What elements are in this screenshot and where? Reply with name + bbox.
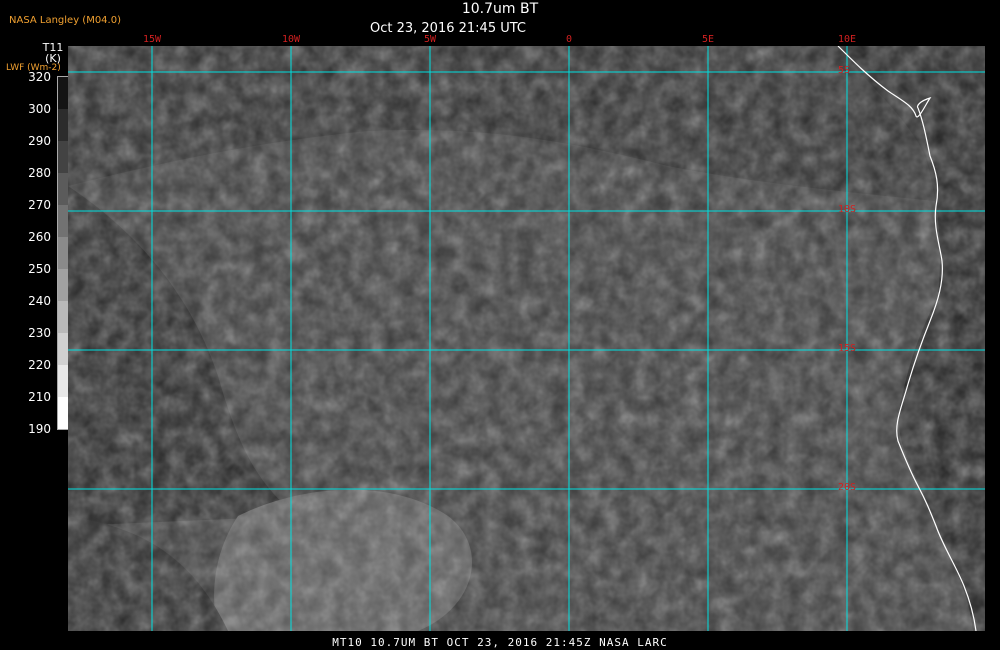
colorbar-tick-label: 240 [28, 294, 51, 308]
latitude-label: 20S [838, 482, 857, 493]
longitude-label: 5E [701, 34, 715, 45]
colorbar-tick-label: 270 [28, 198, 51, 212]
colorbar-tick-label: 280 [28, 166, 51, 180]
longitude-label: 0 [565, 34, 573, 45]
satellite-map[interactable] [68, 46, 985, 631]
longitude-label: 10W [281, 34, 301, 45]
colorbar-title: T11 (K) [42, 41, 64, 65]
colorbar-tick-label: 250 [28, 262, 51, 276]
colorbar-tick-label: 210 [28, 390, 51, 404]
image-timestamp: Oct 23, 2016 21:45 UTC [370, 21, 526, 36]
longitude-label: 5W [423, 34, 437, 45]
longitude-label: 15W [142, 34, 162, 45]
map-canvas [68, 46, 985, 631]
latitude-label: 10S [838, 204, 857, 215]
colorbar-tick-label: 230 [28, 326, 51, 340]
colorbar-tick-label: 260 [28, 230, 51, 244]
colorbar-tick-label: 320 [28, 70, 51, 84]
colorbar-tick-label: 190 [28, 422, 51, 436]
latitude-label: 5S [838, 65, 851, 76]
colorbar-tick-label: 290 [28, 134, 51, 148]
colorbar-tick-label: 300 [28, 102, 51, 116]
footer-caption: MT10 10.7UM BT OCT 23, 2016 21:45Z NASA … [332, 636, 668, 649]
longitude-label: 10E [837, 34, 857, 45]
image-title: 10.7um BT [461, 1, 539, 17]
latitude-label: 15S [838, 343, 857, 354]
colorbar-tick-label: 220 [28, 358, 51, 372]
